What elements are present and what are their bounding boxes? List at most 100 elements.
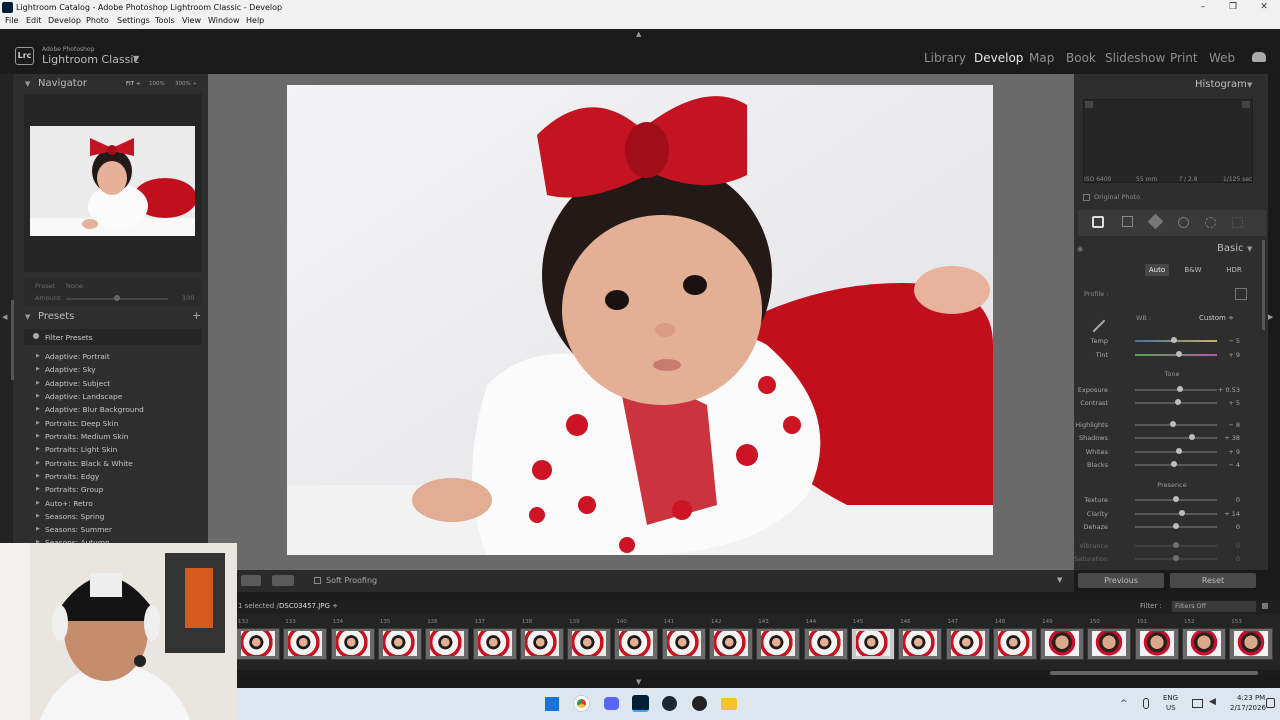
shadow-clipping-icon[interactable] [1085,101,1093,108]
expand-icon[interactable]: ▶ [36,420,40,426]
preset-group[interactable]: Seasons: Spring [45,512,104,521]
zoom-fit[interactable]: FIT ÷ [126,81,141,87]
menu-view[interactable]: View [182,16,201,25]
clock-time[interactable]: 4:23 PM [1237,694,1265,702]
expand-icon[interactable]: ▶ [36,500,40,506]
module-print[interactable]: Print [1170,51,1198,65]
slider-value[interactable]: 0 [1200,555,1240,563]
expand-icon[interactable]: ▶ [36,433,40,439]
slider-value[interactable]: + 9 [1200,351,1240,359]
filmstrip-thumbnail[interactable] [330,628,375,660]
auto-tab[interactable]: Auto [1145,264,1169,276]
expand-icon[interactable]: ▶ [36,353,40,359]
filmstrip-thumbnail[interactable] [1040,628,1085,660]
module-slideshow[interactable]: Slideshow [1105,51,1165,65]
preset-group[interactable]: Seasons: Summer [45,525,112,534]
zoom-300[interactable]: 300% ÷ [175,81,197,87]
filmstrip-thumbnail[interactable] [709,628,753,660]
expand-icon[interactable]: ▶ [36,393,40,399]
reset-button[interactable]: Reset [1170,573,1256,588]
toolbar-menu-icon[interactable]: ▼ [1057,576,1062,584]
preset-group[interactable]: Adaptive: Sky [45,365,96,374]
preset-group[interactable]: Portraits: Deep Skin [45,419,118,428]
chevron-down-icon[interactable]: ▼ [133,54,139,63]
preset-group[interactable]: Adaptive: Portrait [45,352,110,361]
preset-group[interactable]: Portraits: Black & White [45,459,133,468]
network-icon[interactable] [1192,699,1203,708]
slider-value[interactable]: 0 [1200,496,1240,504]
close-button[interactable]: ✕ [1249,0,1279,15]
module-web[interactable]: Web [1209,51,1235,65]
slider-knob[interactable] [1188,434,1195,440]
slider-knob[interactable] [1176,448,1183,454]
filmstrip-thumbnail[interactable] [1229,628,1274,660]
slider-knob[interactable] [1178,510,1185,516]
slider-knob[interactable] [1174,399,1181,405]
highlight-clipping-icon[interactable] [1242,101,1250,108]
menu-file[interactable]: File [5,16,18,25]
red-eye-icon[interactable] [1178,217,1189,228]
histogram-toggle-icon[interactable]: ▼ [1247,81,1252,89]
filmstrip-thumbnail[interactable] [803,628,848,660]
slider-knob[interactable] [1173,523,1179,529]
filmstrip-thumbnail[interactable] [992,628,1037,660]
slider-value[interactable]: 0 [1200,542,1240,550]
expand-icon[interactable]: ▶ [36,460,40,466]
volume-icon[interactable]: ◀ [1209,697,1216,707]
filmstrip-thumbnail[interactable] [756,628,801,660]
app-icon-2[interactable] [692,696,707,711]
preset-group[interactable]: Portraits: Group [45,485,103,494]
menu-photo[interactable]: Photo [86,16,109,25]
navigator-toggle-icon[interactable]: ▼ [25,80,30,88]
slider-knob[interactable] [1173,496,1179,502]
filmstrip-thumbnail[interactable] [472,628,517,660]
filename-menu[interactable]: DSC03457.JPG ÷ [279,602,338,610]
main-photo[interactable] [287,85,993,555]
menu-develop[interactable]: Develop [48,16,81,25]
filmstrip-thumbnail[interactable] [1182,628,1226,660]
histogram-graph[interactable] [1083,99,1253,183]
navigator-thumbnail[interactable] [30,126,195,236]
filmstrip-thumbnail[interactable] [377,628,422,660]
wb-select[interactable]: Custom ÷ [1199,314,1234,322]
expand-icon[interactable]: ▶ [36,526,40,532]
filter-lock-icon[interactable] [1262,603,1268,609]
expand-icon[interactable]: ▶ [36,366,40,372]
discord-icon[interactable] [604,697,619,710]
filmstrip-thumbnail[interactable] [898,628,943,660]
lang-region[interactable]: US [1166,704,1176,712]
notification-icon[interactable] [1266,698,1275,708]
previous-button[interactable]: Previous [1078,573,1164,588]
before-after-icon[interactable] [241,575,261,586]
module-library[interactable]: Library [924,51,966,65]
maximize-button[interactable]: ❐ [1218,0,1248,15]
filmstrip-thumbnail[interactable] [236,628,280,660]
slider-value[interactable]: + 9 [1200,448,1240,456]
slider-value[interactable]: − 5 [1200,337,1240,345]
filter-presets-input[interactable]: Filter Presets [45,333,93,342]
filmstrip-thumbnail[interactable] [614,628,659,660]
module-map[interactable]: Map [1029,51,1054,65]
crop-icon[interactable] [1122,216,1133,227]
steam-icon[interactable] [662,696,677,711]
slider-value[interactable]: − 4 [1200,461,1240,469]
filmstrip-thumbnail[interactable] [1134,628,1179,660]
menu-edit[interactable]: Edit [26,16,42,25]
zoom-100[interactable]: 100% [149,81,165,87]
slider-knob[interactable] [1173,555,1179,561]
filmstrip-thumbnail[interactable] [945,628,990,660]
collapse-top-panel-icon[interactable]: ▲ [636,30,641,38]
profile-browser-icon[interactable] [1235,288,1247,300]
filmstrip-thumbnail[interactable] [425,628,470,660]
slider-knob[interactable] [1171,337,1178,343]
filter-select[interactable]: Filters Off [1172,601,1256,612]
slider-knob[interactable] [1169,421,1176,427]
hdr-tab[interactable]: HDR [1222,264,1246,276]
filmstrip-thumbnail[interactable] [283,628,328,660]
expand-icon[interactable]: ▶ [36,473,40,479]
right-scrollbar[interactable] [1262,240,1265,330]
xy-view-icon[interactable] [272,575,294,586]
preset-group[interactable]: Adaptive: Subject [45,379,110,388]
original-photo-checkbox[interactable] [1083,194,1090,201]
slider-knob[interactable] [1177,386,1184,392]
